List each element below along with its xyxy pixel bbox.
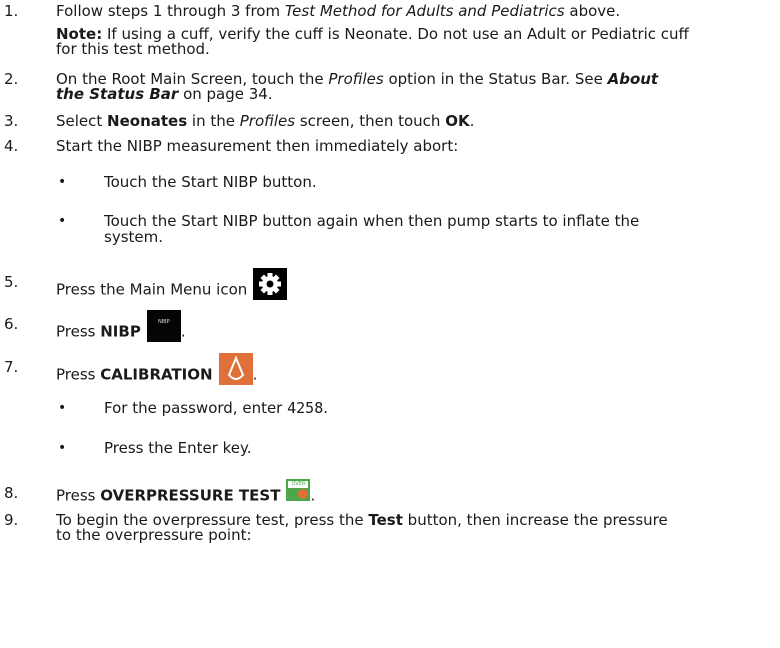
text: Press [56,486,101,505]
step-text: Select Neonates in the Profiles screen, … [56,113,474,130]
bullet: • [58,440,67,456]
emphasis: Profiles [328,70,384,88]
bold-text: OVERPRESSURE TEST [100,486,281,505]
text: Follow steps 1 through 3 from [56,2,285,20]
text: Select [56,112,108,130]
text: on page 34. [178,85,273,103]
bullet: • [58,174,67,190]
bullet-text: Touch the Start NIBP button. [104,173,317,191]
link-text: About [607,70,659,88]
step-text: Press OVERPRESSURE TEST OVER. [56,479,316,507]
text: . [469,112,475,130]
bullet-text: Press the Enter key. [104,439,252,457]
step-number: 2. [4,70,19,88]
password-code: 4258 [287,399,324,417]
text: button, then increase the pressure [402,511,668,529]
step-number: 3. [4,112,19,130]
step-number: 9. [4,511,19,529]
bold-text: Neonates [107,112,188,130]
step-text: Start the NIBP measurement then immediat… [56,137,459,155]
emphasis: Test Method for Adults and Pediatrics [284,2,565,20]
gear-icon [253,268,288,300]
step-number: 8. [4,484,19,502]
icon-label: OVER [288,481,309,488]
bullet-text: For the password, enter 4258. [104,400,328,417]
text: Press [56,365,101,384]
calibration-icon [218,353,253,385]
step-text: the Status Bar on page 34. [56,86,273,103]
bullet: • [58,213,67,229]
emphasis: Profiles [239,112,296,130]
step-number: 4. [4,137,19,155]
step-number: 7. [4,358,19,376]
step-text: to the overpressure point: [56,526,252,544]
bold-text: Test [368,511,403,529]
step-text: Follow steps 1 through 3 from Test Metho… [56,3,620,20]
text: For the password, enter [104,399,288,417]
bold-text: CALIBRATION [100,365,213,384]
step-text: Press CALIBRATION. [56,353,258,391]
overpressure-icon: OVER [286,479,311,501]
note-line: for this test method. [56,40,210,58]
bullet-text: Touch the Start NIBP button again when t… [104,212,640,230]
bullet-text: system. [104,228,163,246]
step-text: Press NIBP NIBP. [56,310,186,348]
link-text: the Status Bar [56,85,179,103]
text: option in the Status Bar. See [383,70,608,88]
text: Press the Main Menu icon [56,280,248,299]
step-text: Press the Main Menu icon [56,268,288,306]
text: . [323,399,329,417]
nibp-icon: NIBP [146,310,181,342]
step-number: 5. [4,273,19,291]
text: . [310,486,316,505]
text: in the [187,112,240,130]
bold-text: NIBP [100,322,141,341]
step-number: 1. [4,2,19,20]
text: above. [564,2,621,20]
icon-label: NIBP [157,319,170,325]
step-number: 6. [4,315,19,333]
text: Press [56,322,101,341]
text: . [180,322,186,341]
text: screen, then touch [295,112,446,130]
dot-icon [298,489,309,499]
bold-text: OK [445,112,470,130]
text: . [252,365,258,384]
bullet: • [58,400,67,416]
